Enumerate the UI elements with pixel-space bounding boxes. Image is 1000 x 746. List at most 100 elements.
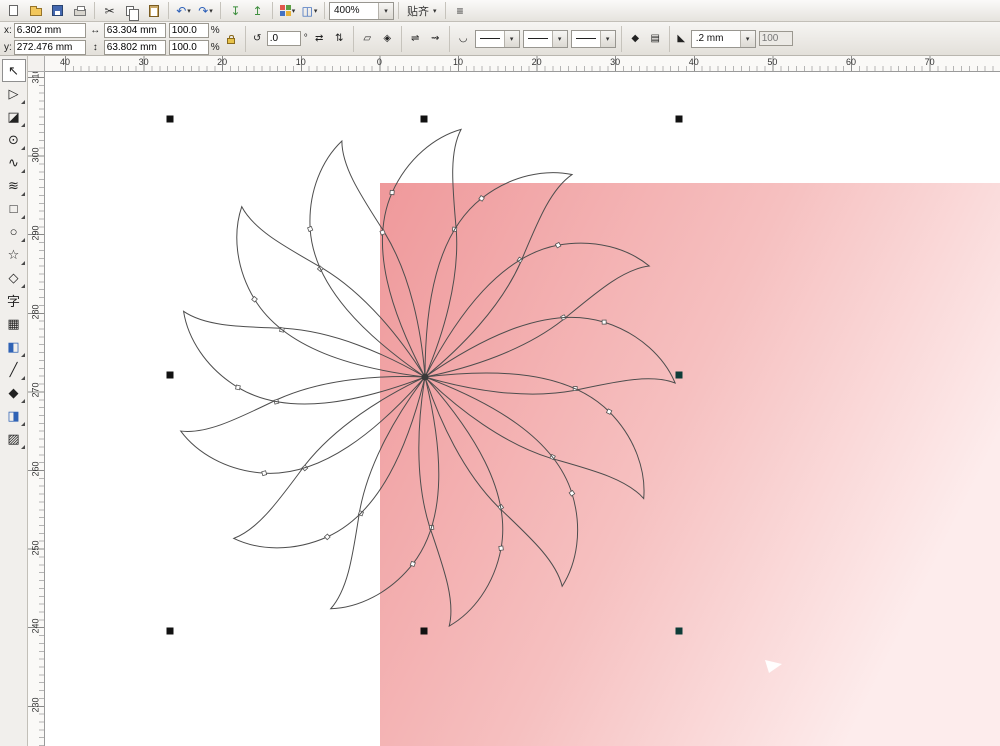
undo-button[interactable]: ↶ ▾ [173,1,194,20]
smooth-curve-button[interactable]: ⇝ [427,30,444,47]
paste-button[interactable] [143,1,164,20]
close-curve-icon: ◡ [458,33,468,44]
mirror-vertical-button[interactable]: ⇅ [331,30,348,47]
options-button[interactable]: ≡ [450,1,471,20]
curve-node[interactable] [379,229,386,236]
scale-y-input[interactable] [168,39,209,55]
drawing-surface[interactable] [45,72,1000,746]
text-tool[interactable]: 字 [2,289,26,312]
mesh-fill-tool[interactable]: ▨ [2,427,26,450]
transparency-input[interactable] [758,31,793,46]
selection-handle-middle-left[interactable] [166,371,174,379]
selection-handle-top-right[interactable] [675,115,683,123]
line-style-combo[interactable]: ▾ [522,29,568,48]
selection-handle-top-center[interactable] [420,115,428,123]
arrowhead-start-combo[interactable]: ▾ [474,29,520,48]
object-height-input[interactable] [103,39,166,55]
application-launcher-button[interactable]: ▾ [277,1,298,20]
wrap-text-icon: ▤ [650,33,660,44]
curve-node[interactable] [261,470,268,477]
reverse-direction-button[interactable]: ⇌ [407,30,424,47]
arrowhead-end-combo[interactable]: ▾ [570,29,616,48]
selection-handle-bottom-left[interactable] [166,627,174,635]
ellipse-tool[interactable]: ○ [2,220,26,243]
curve-node[interactable] [323,533,331,541]
toolbar-separator [94,2,95,19]
drawing-canvas[interactable] [45,72,1000,746]
curve-node[interactable] [307,225,314,233]
save-button[interactable] [47,1,68,20]
table-tool[interactable]: ▦ [2,312,26,335]
combine-button[interactable]: ◈ [379,30,396,47]
ruler-corner[interactable] [28,56,45,72]
redo-button[interactable]: ↷ ▾ [195,1,216,20]
snap-to-button[interactable]: 贴齐 ▾ [403,1,441,20]
x-position-input[interactable] [13,22,86,38]
zoom-level-combo[interactable]: 400% ▾ [329,1,394,20]
wrap-text-button[interactable]: ▤ [647,30,664,47]
curve-node[interactable] [601,319,607,325]
import-button[interactable]: ↧ [225,1,246,20]
selection-handle-bottom-right[interactable] [675,627,683,635]
selection-handle-bottom-center[interactable] [420,627,428,635]
outline-width-caret-icon[interactable]: ▾ [739,30,755,47]
arrowhead-start-caret-icon[interactable]: ▾ [503,30,519,47]
selection-handle-top-left[interactable] [166,115,174,123]
mirror-horizontal-icon: ⇄ [314,33,324,44]
toolbar-separator [324,2,325,19]
fill-tool[interactable]: ◧ [2,335,26,358]
arrowhead-end-caret-icon[interactable]: ▾ [599,30,615,47]
crop-tool[interactable]: ◪ [2,105,26,128]
zoom-tool[interactable]: ⊙ [2,128,26,151]
redo-caret-icon[interactable]: ▾ [209,7,213,15]
curve-node[interactable] [409,560,416,568]
curve-node[interactable] [251,295,258,303]
selection-handle-middle-right[interactable] [675,371,683,379]
pink-rectangle[interactable] [380,183,1000,746]
open-button[interactable] [25,1,46,20]
outline-dialog-button[interactable]: ◆ [627,30,644,47]
print-button[interactable] [69,1,90,20]
outline-pen-tool[interactable]: ◆ [2,381,26,404]
export-button[interactable]: ↥ [247,1,268,20]
object-width-input[interactable] [103,22,166,38]
convert-to-curve-button[interactable]: ▱ [359,30,376,47]
toolbox: ↖ ▷ ◪ ⊙ ∿ ≋ □ ○ ☆ ◇ 字 ▦ ◧ ╱ ◆ ◨ ▨ [0,56,28,746]
interactive-fill-tool[interactable]: ◨ [2,404,26,427]
basic-shapes-tool[interactable]: ◇ [2,266,26,289]
import-icon: ↧ [230,3,241,18]
welcome-screen-button[interactable]: ◫ ▾ [299,1,320,20]
y-position-input[interactable] [13,39,86,55]
undo-caret-icon[interactable]: ▾ [187,7,191,15]
new-button[interactable] [3,1,24,20]
vertical-ruler[interactable]: 310 300 290 280 270 260 250 240 230 [28,72,45,746]
undo-icon: ↶ [176,3,187,18]
hruler-number: 0 [376,57,382,67]
standard-toolbar: ✂ ↶ ▾ ↷ ▾ ↧ ↥ ▾ ◫ ▾ 400% ▾ 贴齐 ▾ ≡ [0,0,1000,22]
freehand-tool[interactable]: ∿ [2,151,26,174]
pick-tool-icon: ↖ [8,62,19,78]
zoom-caret-icon[interactable]: ▾ [378,2,393,19]
pick-tool[interactable]: ↖ [1,59,26,82]
curve-node[interactable] [235,384,241,391]
artistic-media-tool[interactable]: ≋ [2,174,26,197]
flower-center-node[interactable] [421,373,429,381]
line-style-caret-icon[interactable]: ▾ [551,30,567,47]
polygon-tool[interactable]: ☆ [2,243,26,266]
eyedropper-tool[interactable]: ╱ [2,358,26,381]
rectangle-tool[interactable]: □ [2,197,26,220]
hruler-number: 20 [531,57,542,67]
scale-x-input[interactable] [168,22,209,38]
cut-icon: ✂ [104,3,115,18]
curve-node[interactable] [389,189,395,196]
close-curve-button[interactable]: ◡ [455,30,472,47]
lock-ratio-button[interactable] [223,24,240,54]
horizontal-ruler[interactable]: 40 30 20 10 0 10 20 30 40 50 60 70 [45,56,1000,72]
mirror-horizontal-button[interactable]: ⇄ [311,30,328,47]
shape-tool[interactable]: ▷ [2,82,26,105]
curve-node[interactable] [498,545,504,551]
copy-button[interactable] [121,1,142,21]
outline-width-combo[interactable]: .2 mm ▾ [690,29,756,48]
cut-button[interactable]: ✂ [99,1,120,20]
rotation-angle-input[interactable] [266,31,301,46]
